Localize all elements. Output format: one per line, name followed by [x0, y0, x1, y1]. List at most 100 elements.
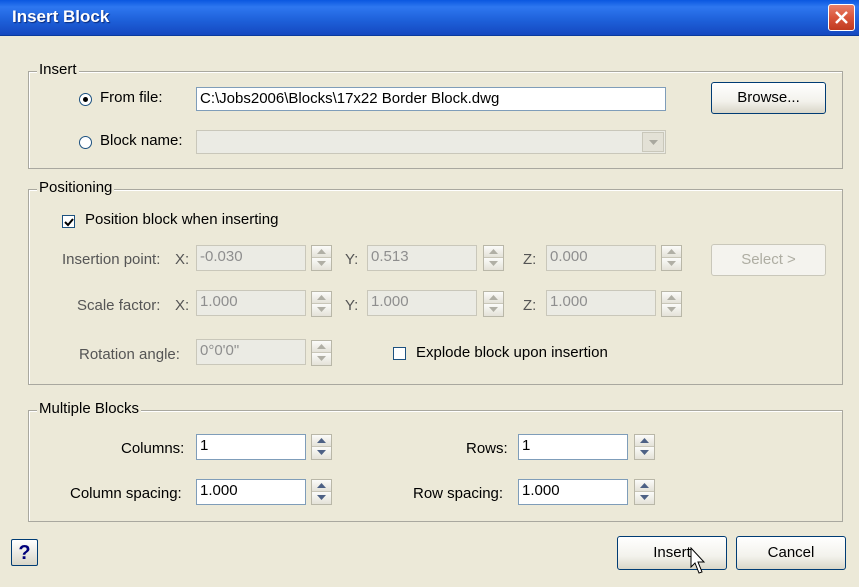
insertion-x-input[interactable]: -0.030 — [196, 245, 306, 271]
title-bar[interactable]: Insert Block — [0, 0, 859, 36]
spin-up-button[interactable] — [312, 246, 331, 258]
spin-down-icon — [317, 356, 326, 361]
spin-down-button[interactable] — [312, 447, 331, 459]
spin-down-icon — [317, 261, 326, 266]
spin-up-icon — [317, 295, 326, 300]
spin-down-icon — [489, 307, 498, 312]
spin-down-icon — [489, 261, 498, 266]
spin-up-button[interactable] — [662, 246, 681, 258]
spin-down-button[interactable] — [312, 492, 331, 504]
row-spacing-input[interactable]: 1.000 — [518, 479, 628, 505]
insert-button[interactable]: Insert — [617, 536, 727, 570]
rows-label: Rows: — [466, 440, 508, 457]
spin-up-button[interactable] — [484, 292, 503, 304]
from-file-label: From file: — [100, 89, 163, 106]
spin-down-icon — [640, 495, 649, 500]
scale-z-spinner[interactable] — [661, 291, 682, 317]
spin-down-button[interactable] — [635, 447, 654, 459]
multiple-blocks-legend: Multiple Blocks — [37, 400, 142, 417]
spin-up-button[interactable] — [312, 292, 331, 304]
insertion-x-label: X: — [175, 251, 190, 268]
spin-up-icon — [317, 344, 326, 349]
spin-down-button[interactable] — [662, 258, 681, 270]
insertion-y-input[interactable]: 0.513 — [367, 245, 477, 271]
multiple-blocks-group: Multiple Blocks — [28, 400, 843, 522]
scale-y-spinner[interactable] — [483, 291, 504, 317]
insertion-z-label: Z: — [523, 251, 537, 268]
spin-up-icon — [640, 438, 649, 443]
spin-down-icon — [667, 307, 676, 312]
spin-up-icon — [317, 438, 326, 443]
cancel-button[interactable]: Cancel — [736, 536, 846, 570]
spin-down-button[interactable] — [312, 258, 331, 270]
positioning-legend: Positioning — [37, 179, 115, 196]
scale-y-label: Y: — [345, 297, 359, 314]
spin-down-icon — [317, 450, 326, 455]
columns-input[interactable]: 1 — [196, 434, 306, 460]
block-name-radio[interactable] — [79, 136, 92, 149]
insertion-y-label: Y: — [345, 251, 359, 268]
spin-down-button[interactable] — [484, 304, 503, 316]
spin-down-icon — [317, 495, 326, 500]
spin-up-button[interactable] — [312, 480, 331, 492]
spin-up-button[interactable] — [635, 480, 654, 492]
insertion-z-input[interactable]: 0.000 — [546, 245, 656, 271]
rotation-spinner[interactable] — [311, 340, 332, 366]
spin-up-button[interactable] — [635, 435, 654, 447]
position-label: Position block when inserting — [85, 211, 279, 228]
columns-label: Columns: — [121, 440, 185, 457]
scale-x-input[interactable]: 1.000 — [196, 290, 306, 316]
spin-down-button[interactable] — [484, 258, 503, 270]
spin-up-button[interactable] — [312, 341, 331, 353]
spin-down-button[interactable] — [635, 492, 654, 504]
insertion-point-label: Insertion point: — [62, 251, 161, 268]
column-spacing-label: Column spacing: — [70, 485, 182, 502]
block-name-dropdown[interactable] — [196, 130, 666, 154]
spin-up-icon — [489, 249, 498, 254]
spin-down-button[interactable] — [312, 304, 331, 316]
scale-z-input[interactable]: 1.000 — [546, 290, 656, 316]
scale-x-spinner[interactable] — [311, 291, 332, 317]
spin-up-button[interactable] — [662, 292, 681, 304]
scale-x-label: X: — [175, 297, 190, 314]
explode-checkbox[interactable] — [393, 347, 406, 360]
spin-down-icon — [640, 450, 649, 455]
scale-z-label: Z: — [523, 297, 537, 314]
rotation-input[interactable]: 0°0'0" — [196, 339, 306, 365]
rows-input[interactable]: 1 — [518, 434, 628, 460]
select-button[interactable]: Select > — [711, 244, 826, 276]
position-checkbox[interactable] — [62, 215, 75, 228]
insertion-z-spinner[interactable] — [661, 245, 682, 271]
chevron-down-icon — [649, 140, 658, 145]
spin-up-icon — [640, 483, 649, 488]
close-button[interactable] — [828, 4, 855, 31]
spin-up-icon — [317, 483, 326, 488]
rotation-label: Rotation angle: — [79, 346, 180, 363]
close-icon — [835, 11, 848, 24]
spin-down-icon — [317, 307, 326, 312]
columns-spinner[interactable] — [311, 434, 332, 460]
checkmark-icon — [64, 218, 74, 227]
scale-y-input[interactable]: 1.000 — [367, 290, 477, 316]
spin-down-button[interactable] — [312, 353, 331, 365]
explode-label: Explode block upon insertion — [416, 344, 608, 361]
spin-up-button[interactable] — [484, 246, 503, 258]
rows-spinner[interactable] — [634, 434, 655, 460]
spin-up-button[interactable] — [312, 435, 331, 447]
from-file-input[interactable]: C:\Jobs2006\Blocks\17x22 Border Block.dw… — [196, 87, 666, 111]
insert-legend: Insert — [37, 61, 79, 78]
column-spacing-input[interactable]: 1.000 — [196, 479, 306, 505]
help-button[interactable]: ? — [11, 539, 38, 566]
spin-up-icon — [667, 249, 676, 254]
insertion-x-spinner[interactable] — [311, 245, 332, 271]
row-spacing-label: Row spacing: — [413, 485, 504, 502]
dropdown-arrow[interactable] — [642, 132, 664, 152]
column-spacing-spinner[interactable] — [311, 479, 332, 505]
spin-down-button[interactable] — [662, 304, 681, 316]
insertion-y-spinner[interactable] — [483, 245, 504, 271]
row-spacing-spinner[interactable] — [634, 479, 655, 505]
help-icon: ? — [18, 542, 31, 564]
from-file-radio[interactable] — [79, 93, 92, 106]
browse-button[interactable]: Browse... — [711, 82, 826, 114]
block-name-label: Block name: — [100, 132, 183, 149]
